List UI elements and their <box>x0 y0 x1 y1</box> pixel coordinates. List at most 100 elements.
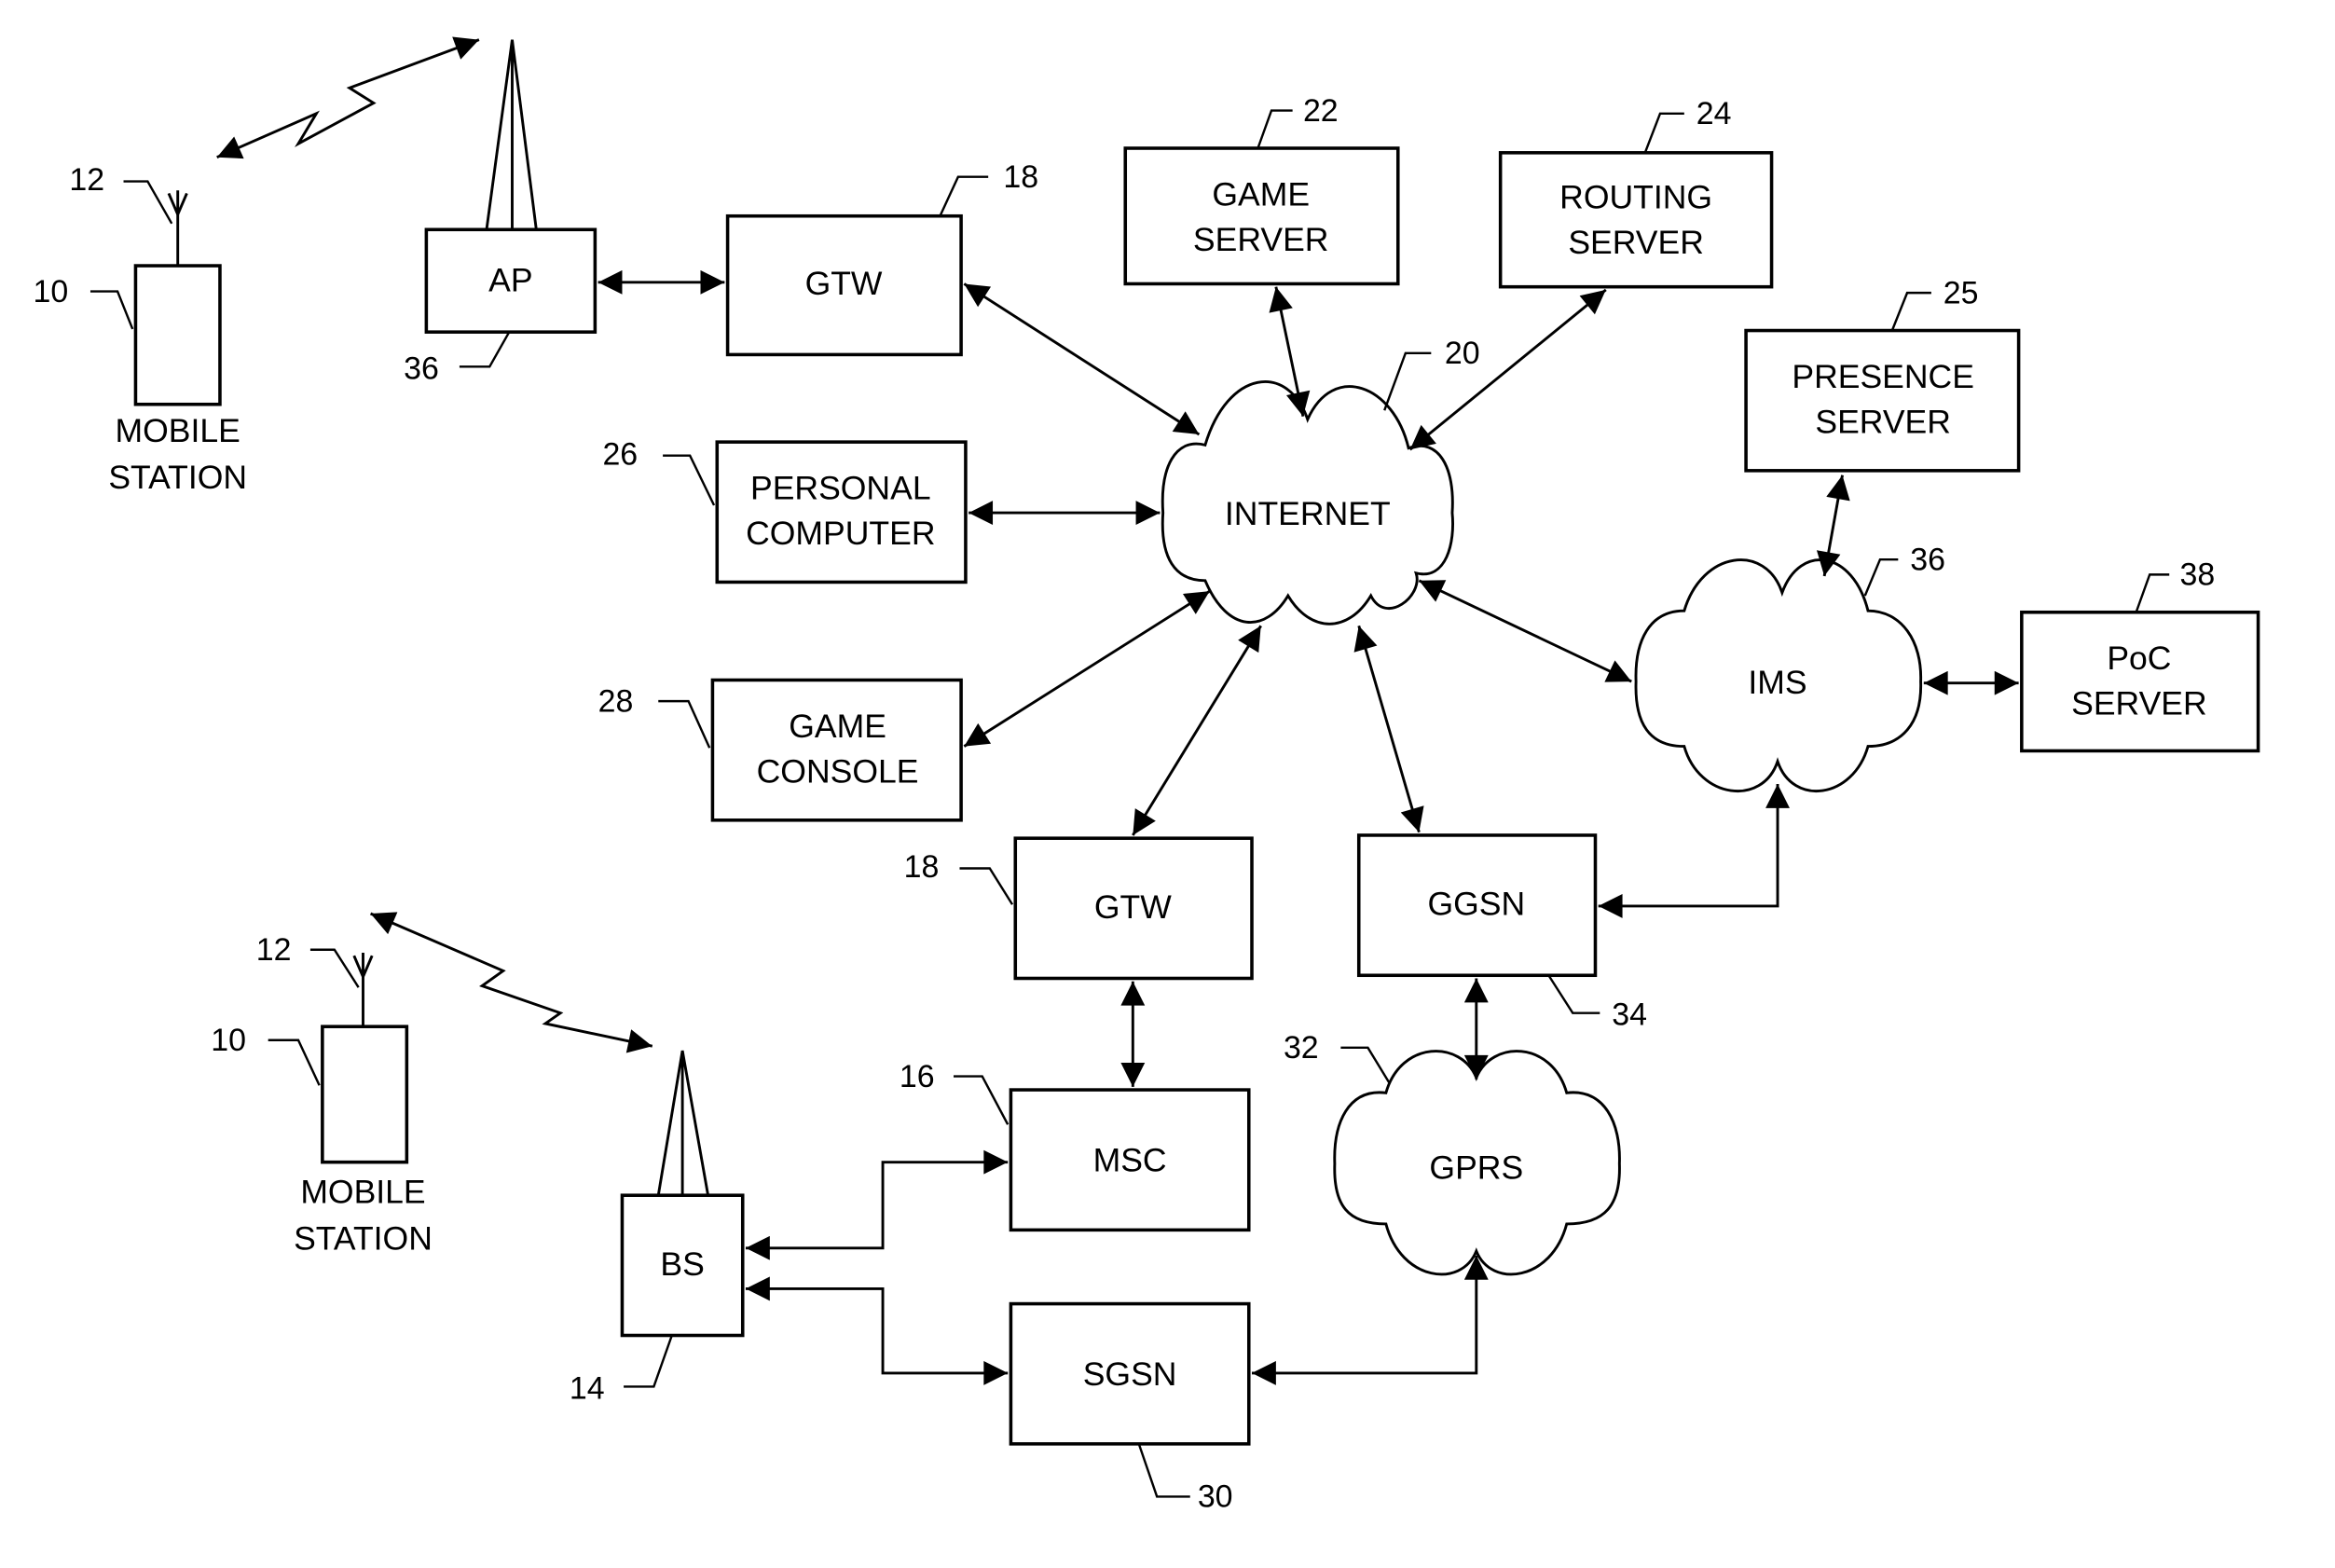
ref-personal-computer: 26 <box>602 436 638 472</box>
leader-line <box>89 290 134 330</box>
poc-server-box <box>2020 610 2260 753</box>
leader-line <box>1547 974 1600 1014</box>
leader-line <box>1137 1443 1190 1498</box>
poc-server: PoC SERVER 38 <box>2020 557 2260 753</box>
ref-msc: 16 <box>900 1059 935 1094</box>
leader-line <box>959 867 1014 905</box>
tower-icon <box>656 1050 710 1196</box>
leader-line <box>939 175 989 217</box>
game-console-label-line2: CONSOLE <box>757 752 919 790</box>
ref-sgsn: 30 <box>1198 1479 1233 1515</box>
gprs-cloud: GPRS 32 <box>1284 1030 1621 1276</box>
presence-server-label-line1: PRESENCE <box>1792 358 1974 395</box>
gtw-label: GTW <box>805 265 883 302</box>
ggsn: GGSN 34 <box>1356 833 1647 1033</box>
bs-label: BS <box>660 1245 704 1283</box>
leader-line <box>123 180 173 225</box>
wireless-link-top <box>216 36 480 159</box>
link-bs-sgsn <box>745 1276 1009 1385</box>
mobile-station-body <box>133 264 222 406</box>
ref-gprs: 32 <box>1284 1030 1319 1066</box>
personal-computer-label-line1: PERSONAL <box>750 470 931 507</box>
link-bs-msc <box>745 1149 1009 1260</box>
gateway-bottom: GTW 18 <box>904 836 1254 981</box>
poc-server-label-line2: SERVER <box>2071 685 2207 722</box>
sgsn-label: SGSN <box>1083 1355 1177 1393</box>
ref-internet: 20 <box>1445 336 1480 371</box>
antenna-icon <box>167 190 188 267</box>
link-gtw2-internet <box>1132 625 1262 836</box>
ims-cloud: IMS 36 <box>1634 543 1945 793</box>
game-server-label-line2: SERVER <box>1193 221 1329 258</box>
ggsn-label: GGSN <box>1427 886 1525 923</box>
presence-server: PRESENCE SERVER 25 <box>1744 275 2021 473</box>
ref-game-console: 28 <box>598 683 634 719</box>
mobile-station-body <box>321 1025 409 1164</box>
link-ggsn-ims <box>1598 784 1790 918</box>
ref-gtw: 18 <box>1003 159 1038 195</box>
mobile-station-label-line1: MOBILE <box>116 412 240 449</box>
ap-label: AP <box>488 262 532 299</box>
game-server-box <box>1123 146 1400 286</box>
access-point: AP 36 <box>404 39 597 386</box>
ref-ims: 36 <box>1910 543 1945 578</box>
personal-computer: PERSONAL COMPUTER 26 <box>602 436 968 585</box>
ref-game-server: 22 <box>1303 93 1339 129</box>
leader-line <box>1340 1046 1391 1083</box>
ref-antenna: 12 <box>69 162 104 198</box>
leader-line <box>663 454 716 506</box>
presence-server-label-line2: SERVER <box>1815 403 1951 440</box>
leader-line <box>2135 573 2170 613</box>
ref-ggsn: 34 <box>1612 997 1647 1033</box>
leader-line <box>1643 112 1684 154</box>
presence-server-box <box>1744 328 2021 473</box>
leader-line <box>1890 291 1931 331</box>
mobile-station-top: MOBILE STATION 10 12 <box>34 162 248 496</box>
leader-line <box>459 331 511 368</box>
leader-line <box>268 1038 321 1086</box>
game-server-label-line1: GAME <box>1212 175 1310 213</box>
network-diagram: MOBILE STATION 10 12 AP 36 GTW 18 GAME S… <box>34 36 2260 1515</box>
personal-computer-label-line2: COMPUTER <box>746 515 935 552</box>
base-station: BS 14 <box>570 1050 745 1406</box>
msc: MSC 16 <box>900 1059 1251 1232</box>
sgsn: SGSN 30 <box>1009 1301 1251 1515</box>
leader-line <box>1863 557 1899 597</box>
gtw-bottom-label: GTW <box>1094 888 1172 926</box>
leader-line <box>954 1075 1010 1125</box>
msc-label: MSC <box>1093 1141 1167 1178</box>
ref-bs: 14 <box>570 1370 605 1406</box>
routing-server-label-line1: ROUTING <box>1559 179 1712 216</box>
routing-server-box <box>1498 151 1774 289</box>
leader-line <box>658 699 711 749</box>
ref-mobile-station: 10 <box>211 1023 246 1058</box>
tower-icon <box>485 39 538 230</box>
ref-ap: 36 <box>404 351 439 386</box>
ref-routing-server: 24 <box>1696 96 1732 131</box>
internet-cloud: INTERNET 20 <box>1161 336 1480 626</box>
leader-line <box>624 1335 673 1388</box>
wireless-link-bottom <box>369 912 653 1053</box>
game-console-label-line1: GAME <box>789 708 886 745</box>
mobile-station-label-line1: MOBILE <box>300 1173 425 1210</box>
ref-poc-server: 38 <box>2180 557 2216 593</box>
gprs-label: GPRS <box>1429 1148 1523 1186</box>
game-server: GAME SERVER 22 <box>1123 93 1400 286</box>
link-routingserver-internet <box>1408 288 1607 451</box>
link-console-internet <box>963 589 1211 748</box>
ref-antenna: 12 <box>256 932 292 968</box>
antenna-icon <box>352 953 374 1027</box>
gateway-top: GTW 18 <box>725 159 1038 357</box>
mobile-station-label-line2: STATION <box>108 459 247 496</box>
mobile-station-label-line2: STATION <box>294 1219 433 1257</box>
ref-mobile-station: 10 <box>34 274 69 309</box>
leader-line <box>309 948 360 988</box>
mobile-station-bottom: MOBILE STATION 10 12 <box>211 932 433 1257</box>
ims-label: IMS <box>1748 664 1806 701</box>
leader-line <box>1257 109 1293 149</box>
leader-line <box>1383 351 1432 411</box>
game-console: GAME CONSOLE 28 <box>598 678 963 822</box>
personal-computer-box <box>715 440 968 585</box>
ref-presence-server: 25 <box>1944 275 1979 310</box>
link-gtw-internet <box>963 282 1201 436</box>
